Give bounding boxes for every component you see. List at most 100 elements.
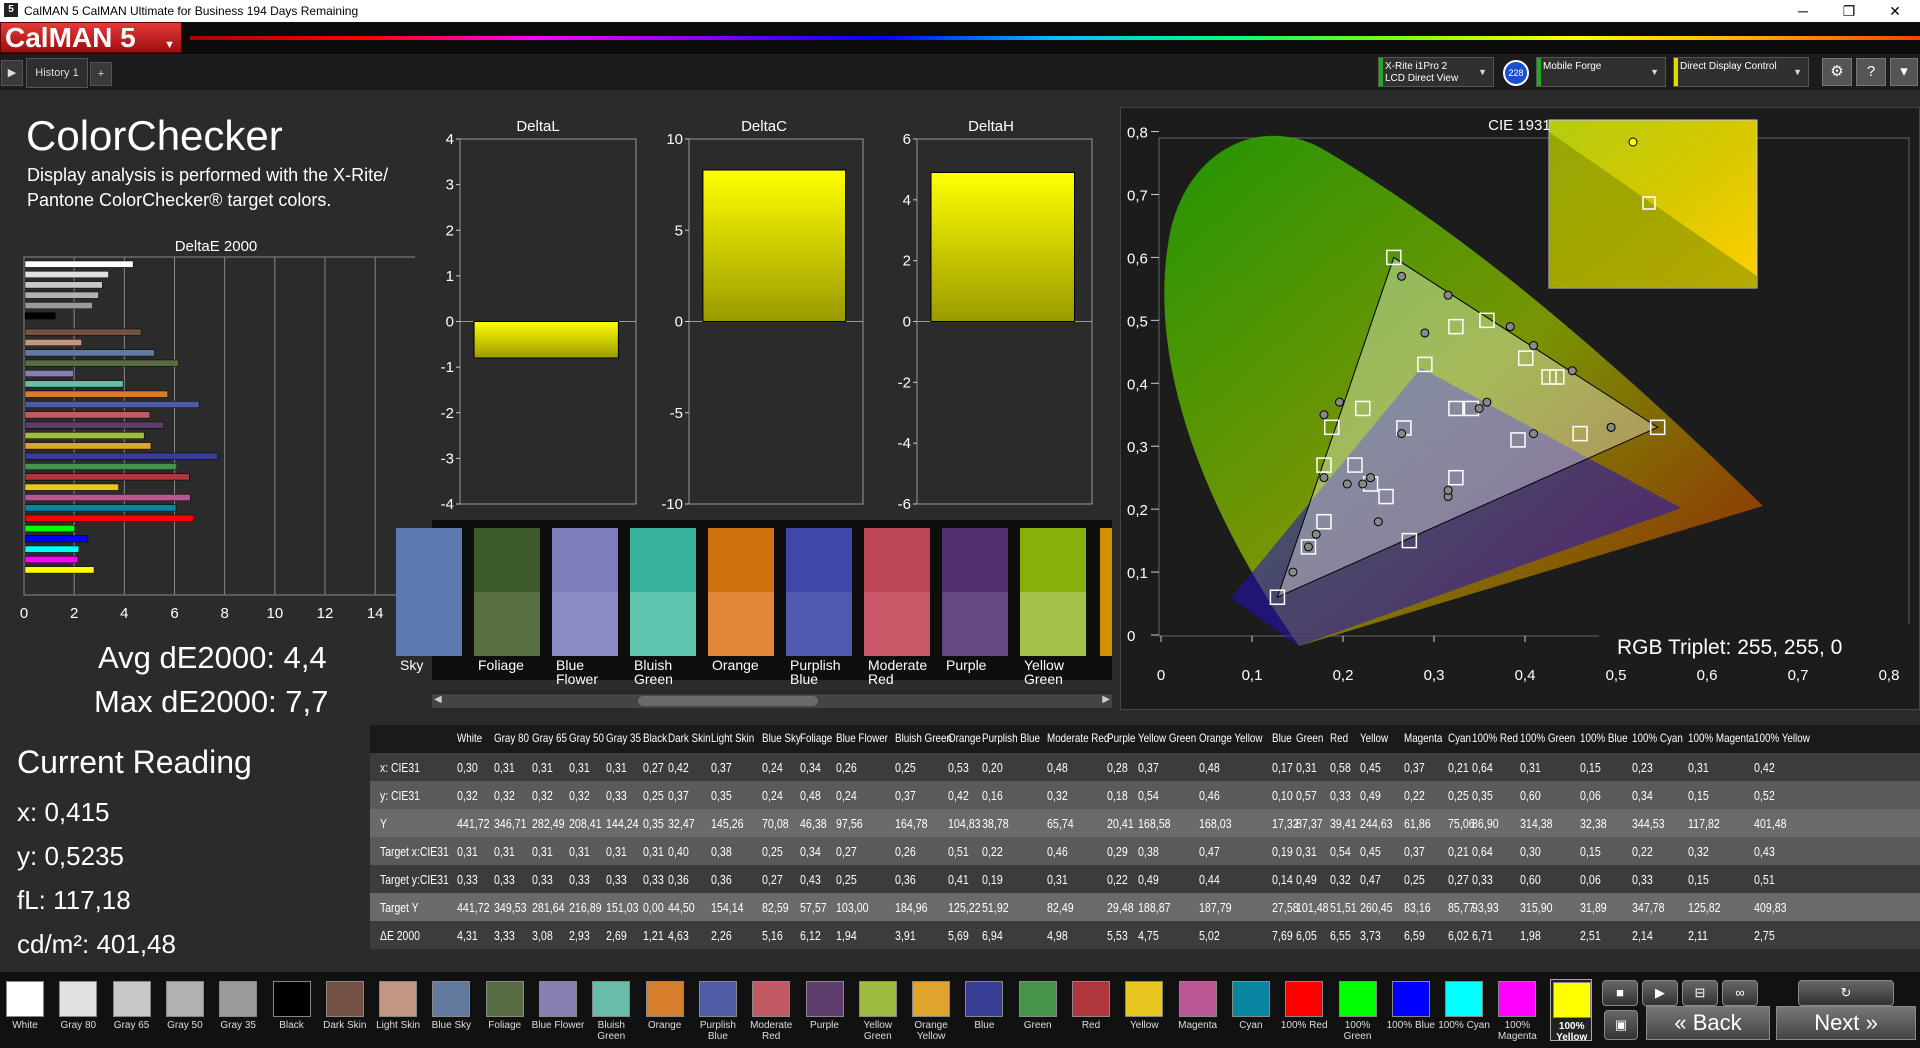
bottom-swatch[interactable]: Red bbox=[1070, 979, 1112, 1041]
table-cell: 0,33 bbox=[1632, 872, 1653, 887]
bottom-swatch[interactable]: Orange bbox=[644, 979, 686, 1041]
tab-history-1[interactable]: History 1 bbox=[26, 58, 88, 88]
bottom-swatch[interactable]: 100% Red bbox=[1281, 979, 1328, 1041]
bottom-swatch[interactable]: White bbox=[4, 979, 46, 1041]
table-cell: 0,22 bbox=[1404, 788, 1425, 803]
bottom-swatch[interactable]: Yellow bbox=[1123, 979, 1165, 1041]
y-tick-label: 2 bbox=[903, 253, 911, 270]
record-stop-icon[interactable]: ▣ bbox=[1604, 1010, 1638, 1040]
table-cell: 3,91 bbox=[895, 928, 916, 943]
table-cell: 0,42 bbox=[668, 760, 689, 775]
stop-icon[interactable]: ■ bbox=[1602, 980, 1638, 1006]
table-cell: 0,37 bbox=[668, 788, 689, 803]
table-cell: 0,26 bbox=[836, 760, 857, 775]
refresh-icon[interactable]: ↻ bbox=[1798, 980, 1894, 1006]
meter-badge[interactable]: 228 bbox=[1503, 60, 1529, 86]
table-cell: 17,32 bbox=[1272, 816, 1299, 831]
back-button[interactable]: « Back bbox=[1646, 1006, 1770, 1040]
table-cell: 282,49 bbox=[532, 816, 565, 831]
settings-gear-icon[interactable]: ⚙ bbox=[1822, 58, 1852, 86]
bottom-swatch[interactable]: 100% Blue bbox=[1387, 979, 1435, 1041]
bottom-swatch[interactable]: Foliage bbox=[484, 979, 526, 1041]
app-icon: 5 bbox=[4, 3, 18, 17]
bottom-swatch[interactable]: Bluish Green bbox=[590, 979, 632, 1042]
add-tab-button[interactable]: + bbox=[90, 62, 112, 86]
colorchecker-swatch bbox=[474, 528, 540, 656]
scroll-right-icon[interactable]: ▶ bbox=[1102, 694, 1110, 705]
table-cell: 0,32 bbox=[1047, 788, 1068, 803]
table-cell: 184,96 bbox=[895, 900, 928, 915]
bottom-swatch[interactable]: Moderate Red bbox=[750, 979, 792, 1042]
minimize-button[interactable]: ─ bbox=[1780, 1, 1826, 21]
column-header: Yellow Green bbox=[1138, 731, 1197, 745]
row-label: x: CIE31 bbox=[380, 760, 420, 775]
play-icon[interactable]: ▶ bbox=[1642, 980, 1678, 1006]
swatch-scrollbar[interactable]: ◀ ▶ bbox=[432, 693, 1112, 708]
scrollbar-thumb[interactable] bbox=[638, 696, 818, 706]
help-icon[interactable]: ? bbox=[1856, 58, 1886, 86]
table-cell: 125,22 bbox=[948, 900, 981, 915]
table-cell: 0,31 bbox=[1296, 844, 1317, 859]
table-cell: 0,48 bbox=[1047, 760, 1068, 775]
bottom-swatch[interactable]: Blue bbox=[963, 979, 1005, 1041]
bottom-swatch[interactable]: 100% Yellow bbox=[1549, 979, 1592, 1043]
bottom-swatch[interactable]: 100% Green bbox=[1337, 979, 1379, 1042]
bottom-swatch[interactable]: Green bbox=[1017, 979, 1059, 1041]
table-cell: 27,58 bbox=[1272, 900, 1299, 915]
bottom-swatch[interactable]: Dark Skin bbox=[323, 979, 366, 1041]
bottom-swatch[interactable]: Blue Sky bbox=[430, 979, 472, 1041]
restore-button[interactable]: ❐ bbox=[1826, 1, 1872, 21]
table-cell: 0,28 bbox=[1107, 760, 1128, 775]
table-cell: 0,37 bbox=[711, 760, 732, 775]
bottom-swatch[interactable]: Cyan bbox=[1230, 979, 1272, 1041]
measured-point bbox=[1288, 567, 1298, 577]
table-row: Target y:CIE31 0,33 0,33 0,33 0,33 0,33 0,33 0,… bbox=[370, 865, 1920, 893]
bottom-swatch[interactable]: 100% Magenta bbox=[1496, 979, 1538, 1042]
swatch-color bbox=[752, 981, 791, 1017]
bottom-swatch[interactable]: Gray 35 bbox=[217, 979, 259, 1041]
swatch-label: 100% Blue bbox=[1386, 1020, 1435, 1031]
bottom-swatch[interactable]: Light Skin bbox=[376, 979, 420, 1041]
bottom-swatch[interactable]: 100% Cyan bbox=[1438, 979, 1490, 1041]
y-tick-label: -5 bbox=[670, 405, 683, 422]
bottom-swatch[interactable]: Yellow Green bbox=[857, 979, 899, 1042]
y-tick-label: -10 bbox=[661, 496, 683, 512]
column-header: Gray 35 bbox=[606, 731, 642, 745]
bottom-swatch[interactable]: Gray 80 bbox=[57, 979, 99, 1041]
next-button[interactable]: Next » bbox=[1776, 1006, 1916, 1040]
display-selector[interactable]: Direct Display Control ▼ bbox=[1673, 57, 1809, 87]
play-icon[interactable]: ▶ bbox=[1, 60, 23, 86]
table-cell: 0,31 bbox=[1296, 760, 1317, 775]
column-header: Magenta bbox=[1404, 731, 1443, 745]
table-cell: 4,31 bbox=[457, 928, 478, 943]
bottom-swatch[interactable]: Gray 50 bbox=[164, 979, 206, 1041]
swatch-color bbox=[6, 981, 44, 1017]
bottom-swatch[interactable]: Black bbox=[271, 979, 313, 1041]
y-tick-label: 0,1 bbox=[1127, 565, 1148, 582]
bottom-swatch[interactable]: Magenta bbox=[1177, 979, 1219, 1041]
swatch-color bbox=[645, 981, 684, 1017]
save-icon[interactable]: ⊟ bbox=[1682, 980, 1718, 1006]
bottom-swatch[interactable]: Purplish Blue bbox=[697, 979, 739, 1042]
table-cell: 0,44 bbox=[1199, 872, 1220, 887]
bottom-swatch[interactable]: Blue Flower bbox=[532, 979, 584, 1041]
deltae-bar bbox=[24, 442, 152, 450]
table-cell: 3,73 bbox=[1360, 928, 1381, 943]
calman-logo-button[interactable]: CalMAN 5 ▼ bbox=[0, 22, 182, 53]
loop-icon[interactable]: ∞ bbox=[1722, 980, 1758, 1006]
bottom-swatch[interactable]: Purple bbox=[804, 979, 846, 1041]
table-cell: 0,33 bbox=[457, 872, 478, 887]
table-row: y: CIE31 0,32 0,32 0,32 0,32 0,33 0,25 0,37 0,35… bbox=[370, 781, 1920, 809]
chevron-down-icon[interactable]: ▾ bbox=[1890, 58, 1918, 86]
bottom-swatch[interactable]: Orange Yellow bbox=[910, 979, 952, 1042]
close-button[interactable]: ✕ bbox=[1872, 1, 1918, 21]
table-cell: 75,06 bbox=[1448, 816, 1475, 831]
deltae-bar bbox=[24, 432, 145, 439]
swatch-label: 100% Magenta bbox=[1497, 1020, 1537, 1042]
swatch-label: Yellow bbox=[1130, 1020, 1159, 1031]
meter-selector[interactable]: X-Rite i1Pro 2 LCD Direct View ▼ bbox=[1378, 57, 1494, 87]
source-selector[interactable]: Mobile Forge ▼ bbox=[1536, 57, 1666, 87]
table-cell: 0,30 bbox=[457, 760, 478, 775]
scroll-left-icon[interactable]: ◀ bbox=[434, 694, 442, 705]
bottom-swatch[interactable]: Gray 65 bbox=[111, 979, 153, 1041]
